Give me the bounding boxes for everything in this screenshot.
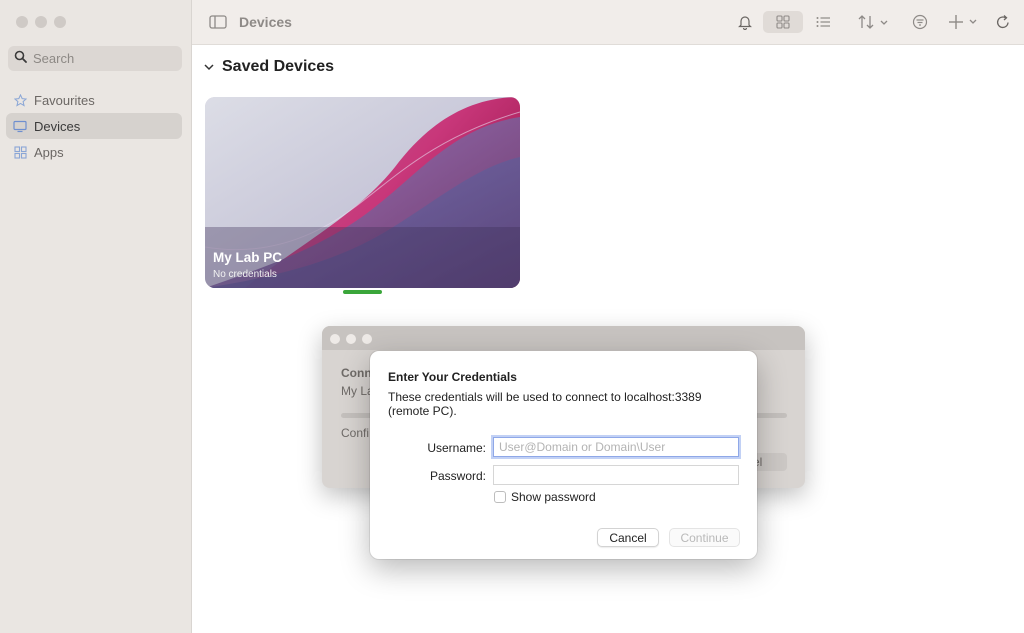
minimize-window-button[interactable]	[35, 16, 47, 28]
close-window-button[interactable]	[16, 16, 28, 28]
cancel-button[interactable]: Cancel	[597, 528, 659, 547]
sidebar: Search Favourites Devices Apps	[0, 0, 192, 633]
show-password-checkbox[interactable]	[494, 491, 506, 503]
bell-icon[interactable]	[736, 11, 754, 33]
dialog-description: These credentials will be used to connec…	[388, 390, 702, 418]
refresh-icon[interactable]	[994, 11, 1012, 33]
star-icon	[13, 93, 27, 107]
continue-button[interactable]: Continue	[669, 528, 740, 547]
sidebar-item-favourites[interactable]: Favourites	[6, 87, 182, 113]
connection-status-indicator	[343, 290, 382, 294]
dialog-title: Enter Your Credentials	[388, 370, 517, 384]
list-view-icon[interactable]	[814, 11, 832, 33]
password-label: Password:	[429, 469, 486, 483]
connecting-device-name: My La	[341, 384, 374, 398]
sidebar-item-apps[interactable]: Apps	[6, 139, 182, 165]
section-title: Saved Devices	[222, 58, 335, 75]
zoom-window-button[interactable]	[362, 334, 372, 344]
show-password-label: Show password	[511, 490, 596, 504]
chevron-down-icon[interactable]	[204, 58, 214, 76]
minimize-window-button[interactable]	[346, 334, 356, 344]
sidebar-item-label: Devices	[34, 118, 81, 134]
window-controls	[16, 16, 66, 28]
username-label: Username:	[427, 441, 486, 455]
search-icon	[14, 50, 27, 68]
connecting-status: Confi	[341, 426, 370, 440]
dialog-titlebar	[322, 326, 805, 350]
username-field[interactable]: User@Domain or Domain\User	[493, 437, 739, 457]
monitor-icon	[13, 119, 27, 133]
filter-icon[interactable]	[911, 11, 929, 33]
page-title: Devices	[239, 14, 292, 30]
window-controls	[330, 334, 372, 344]
device-name: My Lab PC	[213, 250, 283, 265]
search-input[interactable]: Search	[8, 46, 182, 71]
toolbar: Devices	[192, 0, 1024, 45]
credentials-dialog: Enter Your Credentials These credentials…	[370, 351, 757, 559]
grid-view-icon[interactable]	[763, 11, 803, 33]
sort-icon[interactable]	[856, 11, 892, 33]
search-placeholder: Search	[33, 51, 75, 66]
sidebar-item-label: Favourites	[34, 92, 95, 108]
apps-grid-icon	[13, 145, 27, 159]
connecting-heading: Conn	[341, 366, 372, 380]
sidebar-toggle-icon[interactable]	[208, 11, 228, 33]
add-icon[interactable]	[948, 11, 982, 33]
zoom-window-button[interactable]	[54, 16, 66, 28]
saved-devices-header[interactable]: Saved Devices	[204, 58, 334, 76]
device-subtitle: No credentials	[213, 269, 277, 280]
sidebar-item-devices[interactable]: Devices	[6, 113, 182, 139]
close-window-button[interactable]	[330, 334, 340, 344]
sidebar-item-label: Apps	[34, 144, 64, 160]
password-field[interactable]	[493, 465, 739, 485]
device-card[interactable]: My Lab PC No credentials	[205, 97, 520, 288]
